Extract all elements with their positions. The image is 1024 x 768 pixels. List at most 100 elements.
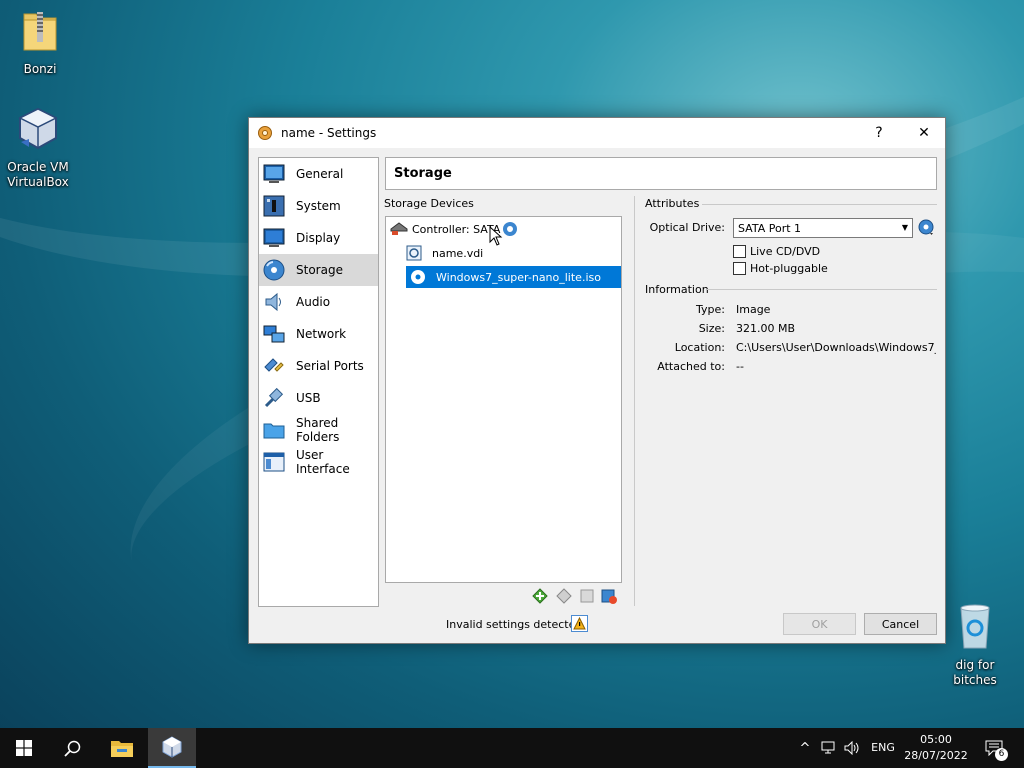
tree-item-label: name.vdi [432,246,484,260]
optical-drive-select[interactable]: SATA Port 1 ▼ [733,218,913,238]
optical-drive-label: Optical Drive: [649,221,725,234]
speaker-icon [265,292,281,312]
optical-disc-icon [411,270,425,284]
hot-pluggable-checkbox[interactable]: Hot-pluggable [733,262,828,275]
information-label: Information [645,283,709,296]
tree-item-label: Windows7_super-nano_lite.iso [436,270,601,284]
desktop-icon-bonzi[interactable]: Bonzi [2,8,78,77]
sidebar-item-label: General [296,167,344,181]
size-label: Size: [698,322,725,335]
settings-window[interactable]: name - Settings ? ✕ General System Displ… [248,117,946,644]
clock-date[interactable]: 28/07/2022 [900,749,972,762]
monitor-icon [263,164,285,183]
location-value: C:\Users\User\Downloads\Windows7_s... [736,341,936,354]
hard-disk-icon [406,245,422,261]
sidebar-item-label: Network [296,327,347,341]
desktop-icon-virtualbox[interactable]: Oracle VM VirtualBox [0,106,76,190]
checkbox-label: Hot-pluggable [750,262,828,275]
close-button[interactable]: ✕ [901,118,947,148]
remove-attachment-icon[interactable] [601,588,617,604]
type-value: Image [736,303,771,316]
file-explorer-icon [111,741,133,757]
page-title: Storage [385,157,937,190]
location-label: Location: [674,341,725,354]
serial-port-icon [264,358,284,372]
mouse-cursor-icon [489,226,503,246]
clock-time[interactable]: 05:00 [900,733,972,746]
sidebar-item-display[interactable]: Display [259,222,378,254]
desktop-icon-recycle-bin[interactable]: dig for bitches [937,602,1013,688]
status-text: Invalid settings detected [446,618,583,631]
sidebar-item-serial-ports[interactable]: Serial Ports [259,350,378,382]
network-status-icon [821,741,835,754]
sidebar-item-label: Display [296,231,341,245]
folder-icon [263,423,285,439]
checkbox-box[interactable] [733,262,746,275]
tree-item-iso[interactable]: Windows7_super-nano_lite.iso [406,266,621,288]
sidebar-item-system[interactable]: System [259,190,378,222]
windows-logo-icon [16,740,32,756]
chevron-up-icon[interactable]: ^ [794,728,816,768]
sidebar-item-label: System [296,199,341,213]
search-icon [63,740,80,757]
sidebar-item-label: Serial Ports [296,359,364,373]
zip-folder-icon [23,12,57,51]
window-title: name - Settings [281,126,377,140]
controller-label: Controller: SATA [412,222,501,236]
settings-sidebar: General System Display Storage Audio Net… [258,157,379,607]
virtualbox-icon [162,736,182,758]
language-indicator[interactable]: ENG [866,741,900,754]
sidebar-item-shared-folders[interactable]: Shared Folders [259,414,378,446]
add-optical-drive-icon[interactable] [502,221,518,237]
sidebar-item-usb[interactable]: USB [259,382,378,414]
start-button[interactable] [0,728,48,768]
panel-divider [634,196,635,606]
volume-tray-icon[interactable] [842,728,864,768]
live-cd-checkbox[interactable]: Live CD/DVD [733,245,820,258]
attached-to-value: -- [736,360,744,373]
sidebar-item-user-interface[interactable]: User Interface [259,446,378,478]
sidebar-item-general[interactable]: General [259,158,378,190]
optical-drive-value: SATA Port 1 [738,222,802,235]
size-value: 321.00 MB [736,322,796,335]
notifications-button[interactable]: 6 [976,728,1012,768]
chevron-down-icon: ▼ [901,223,908,232]
add-controller-icon[interactable] [532,588,548,604]
network-tray-icon[interactable] [818,728,840,768]
cancel-button[interactable]: Cancel [864,613,937,635]
display-icon [263,228,285,247]
sidebar-item-label: USB [296,391,321,405]
sidebar-item-label: Audio [296,295,331,309]
sidebar-item-network[interactable]: Network [259,318,378,350]
add-attachment-icon[interactable] [579,588,595,604]
warning-icon[interactable] [571,615,588,632]
sidebar-item-audio[interactable]: Audio [259,286,378,318]
sidebar-item-label: Shared Folders [296,416,340,444]
taskbar: ^ ENG 05:00 28/07/2022 6 [0,728,1024,768]
checkbox-box[interactable] [733,245,746,258]
sidebar-item-storage[interactable]: Storage [259,254,378,286]
type-label: Type: [696,303,725,316]
choose-disk-icon[interactable] [918,219,936,237]
search-button[interactable] [48,728,96,768]
ok-button[interactable]: OK [783,613,856,635]
checkbox-label: Live CD/DVD [750,245,821,258]
controller-icon [390,222,408,235]
tree-item-name-vdi[interactable]: name.vdi [406,242,483,264]
network-icon [263,325,285,343]
settings-gear-icon [258,126,272,140]
sidebar-item-label: Storage [296,263,343,277]
title-bar[interactable]: name - Settings ? ✕ [249,118,945,148]
virtualbox-taskbar-button[interactable] [148,728,196,768]
remove-controller-icon[interactable] [556,588,572,604]
information-divider [707,289,937,290]
desktop-icon-label: Bonzi [23,62,57,76]
virtualbox-icon [18,107,58,150]
file-explorer-button[interactable] [98,728,146,768]
recycle-bin-icon [960,604,990,649]
storage-tree[interactable]: Controller: SATA name.vdi Windows7_super… [385,216,622,583]
help-button[interactable]: ? [856,118,902,148]
desktop-icon-label: dig for bitches [953,658,997,687]
desktop-icon-label: Oracle VM VirtualBox [7,160,69,189]
sidebar-item-label: User Interface [296,448,350,476]
